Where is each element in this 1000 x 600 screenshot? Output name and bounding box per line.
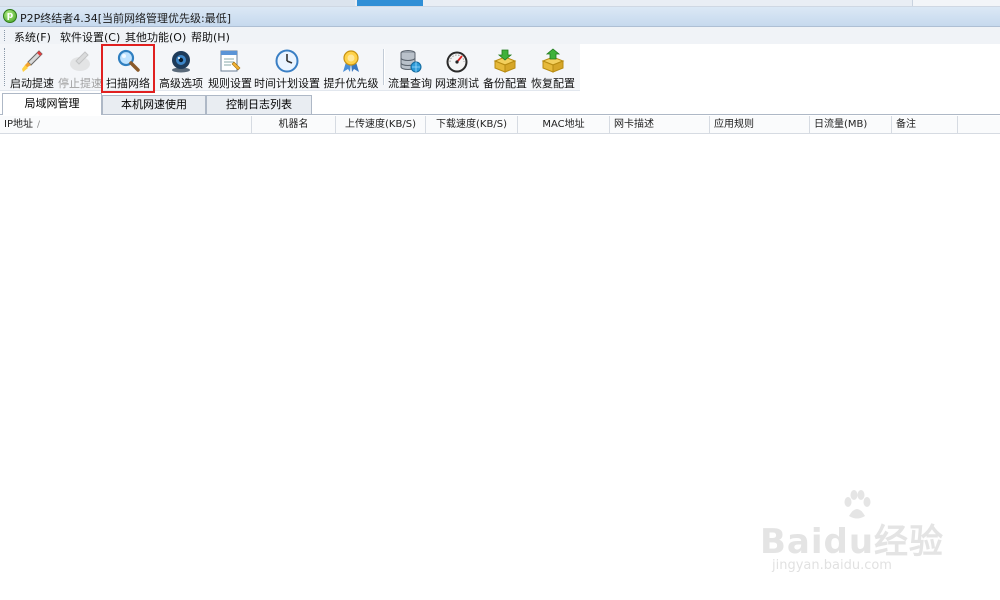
column-header-daily-traffic[interactable]: 日流量(MB) [810,116,892,133]
column-header-download-speed[interactable]: 下载速度(KB/S) [426,116,518,133]
rocket-icon [22,50,43,72]
column-header-applied-rules[interactable]: 应用规则 [710,116,810,133]
column-header-upload-speed[interactable]: 上传速度(KB/S) [336,116,426,133]
tab-control-log-list[interactable]: 控制日志列表 [206,95,312,114]
stop-speedup-label: 停止提速 [58,77,102,90]
speedometer-icon [446,51,468,73]
column-header-nic-description[interactable]: 网卡描述 [610,116,710,133]
top-strip-segment [0,0,355,6]
speed-test-label: 网速测试 [435,77,479,90]
column-header-ip-label: IP地址 [4,119,33,130]
speed-test-button[interactable]: 网速测试 [434,44,480,90]
top-strip-segment [912,0,1000,6]
menu-grip[interactable] [4,30,7,41]
start-speedup-button[interactable]: 启动提速 [9,44,55,90]
traffic-query-button[interactable]: 流量查询 [387,44,433,90]
raise-priority-button[interactable]: 提升优先级 [322,44,380,90]
start-speedup-label: 启动提速 [10,77,54,90]
restore-config-button[interactable]: 恢复配置 [530,44,576,90]
stop-rocket-icon [70,51,90,71]
column-header-ip[interactable]: IP地址 / [0,116,252,133]
sort-indicator-icon: / [36,120,41,130]
toolbar-separator [383,49,385,85]
tab-local-speed-usage[interactable]: 本机网速使用 [102,95,206,114]
backup-config-button[interactable]: 备份配置 [482,44,528,90]
menu-system[interactable]: 系统(F) [14,29,51,45]
watermark-brand: Baidu经验 [760,522,945,562]
menu-help[interactable]: 帮助(H) [191,29,230,45]
column-header-machine-name[interactable]: 机器名 [252,116,336,133]
backup-config-label: 备份配置 [483,77,527,90]
advanced-options-button[interactable]: 高级选项 [157,44,205,90]
top-strip [0,0,1000,7]
app-icon: p [3,9,17,23]
tab-strip: 局域网管理 本机网速使用 控制日志列表 [0,93,1000,115]
menu-bar: 系统(F) 软件设置(C) 其他功能(O) 帮助(H) [0,27,1000,44]
watermark-url: jingyan.baidu.com [772,558,892,573]
backup-box-icon [493,49,517,73]
scan-network-highlight [101,44,155,93]
medal-icon [343,50,359,72]
rules-settings-button[interactable]: 规则设置 [207,44,253,90]
toolbar: 启动提速 停止提速 扫描网络 高级选项 规则设置 时间计划设置 提升优先级 流量… [0,44,580,91]
rules-settings-label: 规则设置 [208,77,252,90]
baidu-watermark: Baidu经验 jingyan.baidu.com [760,488,960,583]
menu-software-settings[interactable]: 软件设置(C) [60,29,120,45]
window-title: P2P终结者4.34[当前网络管理优先级:最低] [20,12,232,25]
raise-priority-label: 提升优先级 [323,77,379,90]
top-strip-active-segment [357,0,423,6]
webcam-icon [172,51,190,73]
traffic-query-label: 流量查询 [388,77,432,90]
tab-lan-management[interactable]: 局域网管理 [2,93,102,115]
time-plan-settings-button[interactable]: 时间计划设置 [254,44,320,90]
rules-document-icon [220,50,241,72]
column-header-notes[interactable]: 备注 [892,116,958,133]
column-header-mac[interactable]: MAC地址 [518,116,610,133]
database-globe-icon [400,50,422,73]
menu-other-functions[interactable]: 其他功能(O) [125,29,186,45]
time-plan-settings-label: 时间计划设置 [254,77,320,90]
toolbar-grip[interactable] [4,48,7,86]
restore-config-label: 恢复配置 [531,77,575,90]
advanced-options-label: 高级选项 [159,77,203,90]
restore-box-icon [541,48,565,73]
stop-speedup-button[interactable]: 停止提速 [57,44,103,90]
list-header: IP地址 / 机器名 上传速度(KB/S) 下载速度(KB/S) MAC地址 网卡… [0,116,1000,134]
clock-icon [275,49,299,73]
title-bar: p P2P终结者4.34[当前网络管理优先级:最低] [0,7,1000,27]
